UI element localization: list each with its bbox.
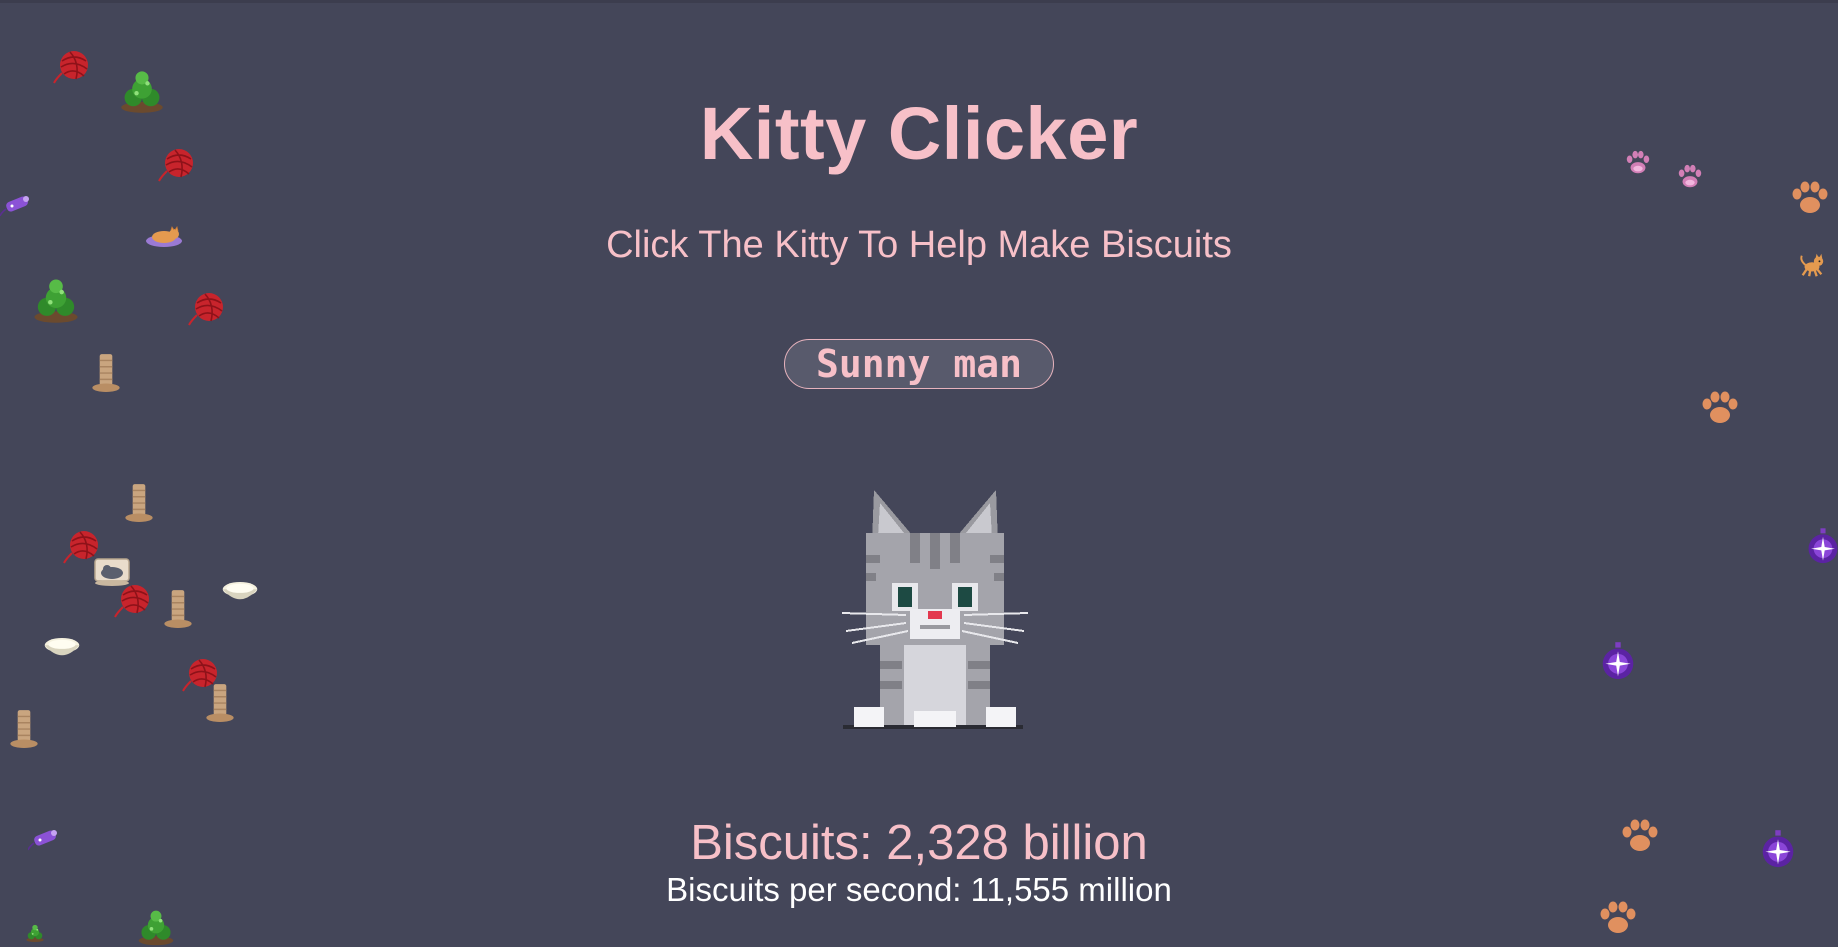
sleeping-cat-icon [144, 225, 184, 249]
yarn-ball-icon [157, 145, 197, 185]
kitty-click-button[interactable] [840, 485, 1030, 735]
yarn-ball-icon [113, 581, 153, 621]
pixel-tabby-cat-icon [841, 490, 1029, 729]
toy-mouse-icon [28, 825, 62, 853]
orange-paw-icon [1598, 899, 1638, 939]
toy-mouse-icon [0, 191, 34, 219]
catnip-plant-icon [31, 275, 81, 325]
pink-paw-icon [1624, 149, 1652, 177]
running-cat-icon [1798, 251, 1826, 279]
game-subtitle: Click The Kitty To Help Make Biscuits [606, 224, 1232, 266]
orange-paw-icon [1620, 817, 1660, 857]
player-name-input[interactable] [784, 339, 1054, 389]
food-bowl-icon [220, 577, 260, 607]
scratching-post-icon [204, 681, 236, 723]
biscuit-count: Biscuits: 2,328 billion [690, 816, 1148, 870]
food-bowl-icon [42, 633, 82, 663]
catnip-plant-icon [20, 923, 50, 943]
orange-paw-icon [1790, 179, 1830, 219]
scratching-post-icon [8, 707, 40, 749]
scratching-post-icon [162, 587, 194, 629]
orange-paw-icon [1700, 389, 1740, 429]
purple-orb-icon [1600, 641, 1636, 683]
purple-orb-icon [1760, 829, 1796, 871]
purple-orb-icon [1806, 525, 1838, 569]
scratching-post-icon [123, 481, 155, 523]
catnip-plant-icon [118, 67, 166, 115]
yarn-ball-icon [52, 47, 92, 87]
yarn-ball-icon [187, 289, 227, 329]
player-name-container [0, 339, 1838, 395]
catnip-plant-icon [132, 907, 180, 947]
scratching-post-icon [90, 351, 122, 393]
pink-paw-icon [1676, 163, 1704, 191]
game-title: Kitty Clicker [699, 92, 1139, 175]
biscuits-per-second: Biscuits per second: 11,555 million [666, 871, 1172, 908]
